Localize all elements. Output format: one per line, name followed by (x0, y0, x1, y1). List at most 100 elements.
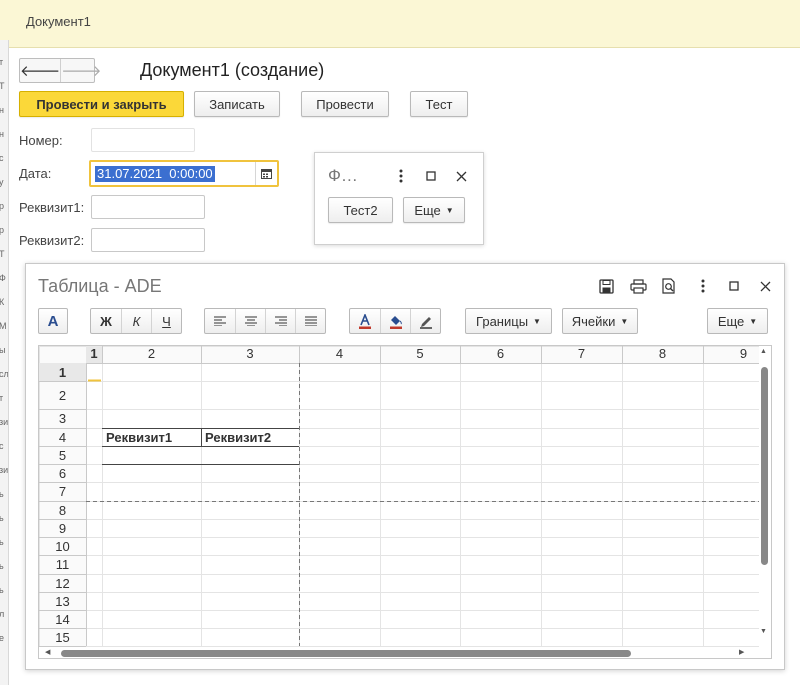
fill-color-button[interactable] (380, 309, 410, 333)
borders-button[interactable]: Границы ▼ (465, 308, 552, 334)
row-header[interactable]: 10 (39, 539, 86, 554)
background-text: сл (0, 369, 9, 379)
maximize-icon[interactable] (726, 277, 742, 295)
font-a-label: A (47, 312, 59, 330)
text-color-icon (359, 313, 371, 329)
row-header[interactable]: 6 (39, 466, 86, 481)
row-header[interactable]: 12 (39, 576, 86, 591)
align-group (204, 308, 326, 334)
background-text: н (0, 106, 4, 115)
align-right-icon (274, 316, 287, 326)
row-header[interactable]: 3 (39, 411, 86, 426)
maximize-icon[interactable] (423, 166, 439, 186)
pen-button[interactable] (410, 309, 440, 333)
requisite1-field[interactable] (91, 195, 205, 219)
align-justify-icon (304, 316, 317, 326)
scroll-down-icon[interactable]: ▼ (760, 628, 767, 635)
test-button[interactable]: Тест (410, 91, 468, 117)
background-text: с (0, 442, 4, 451)
background-text: М (0, 322, 7, 331)
cells-button[interactable]: Ячейки ▼ (562, 308, 638, 334)
background-text: р (0, 202, 4, 211)
post-and-close-button[interactable]: Провести и закрыть (19, 91, 184, 117)
background-text: у (0, 178, 4, 187)
spreadsheet-grid (39, 346, 759, 647)
horizontal-scrollbar[interactable]: ◀ ▶ (39, 646, 759, 658)
background-text: р (0, 226, 4, 235)
popup-more-button[interactable]: Еще ▼ (403, 197, 465, 223)
align-center-button[interactable] (235, 309, 265, 333)
calendar-icon[interactable] (255, 162, 277, 185)
vertical-scrollbar[interactable]: ▲ ▼ (757, 346, 771, 646)
preview-icon[interactable] (660, 277, 678, 295)
bold-label: Ж (100, 313, 112, 329)
background-text: л (0, 610, 4, 619)
column-header[interactable]: 6 (460, 346, 541, 361)
popup-form: Ф… Тест2 Еще ▼ (314, 152, 484, 245)
window-title: Документ1 (26, 14, 91, 29)
requisite2-field[interactable] (91, 228, 205, 252)
table-window-title: Таблица - ADE (38, 276, 162, 296)
column-header[interactable]: 4 (299, 346, 380, 361)
background-text: Т (0, 82, 5, 91)
forward-button[interactable]: 🡒 (60, 59, 101, 82)
popup-more-label: Еще (414, 202, 441, 218)
column-header[interactable]: 5 (380, 346, 460, 361)
row-header[interactable]: 15 (39, 630, 86, 645)
horizontal-scroll-thumb[interactable] (61, 650, 631, 657)
requisite1-label: Реквизит1: (19, 200, 85, 215)
table-window: Таблица - ADE A Ж К Ч Границы ▼ Ячейки ▼… (25, 263, 785, 670)
more-vertical-icon[interactable] (393, 166, 409, 186)
save-icon[interactable] (597, 277, 615, 295)
background-window-strip: т Тн н с у р р Т Ф К Мы сл т зи с зи ь ь ь ь ь л е (0, 40, 9, 685)
underline-button[interactable]: Ч (151, 309, 181, 333)
row-header[interactable]: 11 (39, 557, 86, 572)
post-button[interactable]: Провести (301, 91, 389, 117)
row-header[interactable]: 1 (39, 365, 86, 380)
cell-r4c3[interactable]: Реквизит2 (205, 430, 271, 445)
row-header[interactable]: 7 (39, 484, 86, 499)
number-field[interactable] (91, 128, 195, 152)
close-icon[interactable] (757, 277, 773, 295)
scroll-right-icon[interactable]: ▶ (739, 648, 744, 656)
more-vertical-icon[interactable] (696, 277, 710, 295)
chevron-down-icon: ▼ (749, 316, 758, 326)
vertical-scroll-thumb[interactable] (761, 367, 768, 565)
align-left-button[interactable] (205, 309, 235, 333)
row-header[interactable]: 4 (39, 430, 86, 445)
cell-r4c2[interactable]: Реквизит1 (106, 430, 172, 445)
table-more-button[interactable]: Еще ▼ (707, 308, 768, 334)
date-value: 31.07.2021 0:00:00 (95, 166, 215, 182)
column-header[interactable]: 7 (541, 346, 622, 361)
background-text: ь (0, 586, 4, 595)
column-header[interactable]: 3 (201, 346, 299, 361)
text-color-button[interactable] (350, 309, 380, 333)
spreadsheet[interactable]: 123456789 1 2 3 4 5 6 7 8 9 10 11 12 13 14 15 Реквизит… (38, 345, 772, 659)
row-header[interactable]: 5 (39, 448, 86, 463)
column-header[interactable]: 2 (102, 346, 201, 361)
background-text: т (0, 394, 3, 403)
align-right-button[interactable] (265, 309, 295, 333)
close-icon[interactable] (453, 166, 469, 186)
font-button[interactable]: A (38, 308, 68, 334)
align-justify-button[interactable] (295, 309, 325, 333)
background-text: ь (0, 490, 4, 499)
save-button[interactable]: Записать (194, 91, 280, 117)
bold-button[interactable]: Ж (91, 309, 121, 333)
back-button[interactable]: 🡐 (20, 59, 60, 82)
column-header[interactable]: 8 (622, 346, 703, 361)
row-header[interactable]: 13 (39, 594, 86, 609)
row-header[interactable]: 14 (39, 612, 86, 627)
test2-button[interactable]: Тест2 (328, 197, 393, 223)
scroll-up-icon[interactable]: ▲ (760, 348, 767, 355)
column-header[interactable]: 1 (86, 346, 102, 361)
row-header[interactable]: 8 (39, 503, 86, 518)
italic-button[interactable]: К (121, 309, 151, 333)
row-header[interactable]: 9 (39, 521, 86, 536)
date-field[interactable]: 31.07.2021 0:00:00 (89, 160, 279, 187)
print-icon[interactable] (628, 277, 648, 295)
scroll-left-icon[interactable]: ◀ (45, 648, 50, 656)
row-header[interactable]: 2 (39, 388, 86, 403)
chevron-down-icon: ▼ (533, 316, 541, 326)
background-text: е (0, 634, 4, 643)
